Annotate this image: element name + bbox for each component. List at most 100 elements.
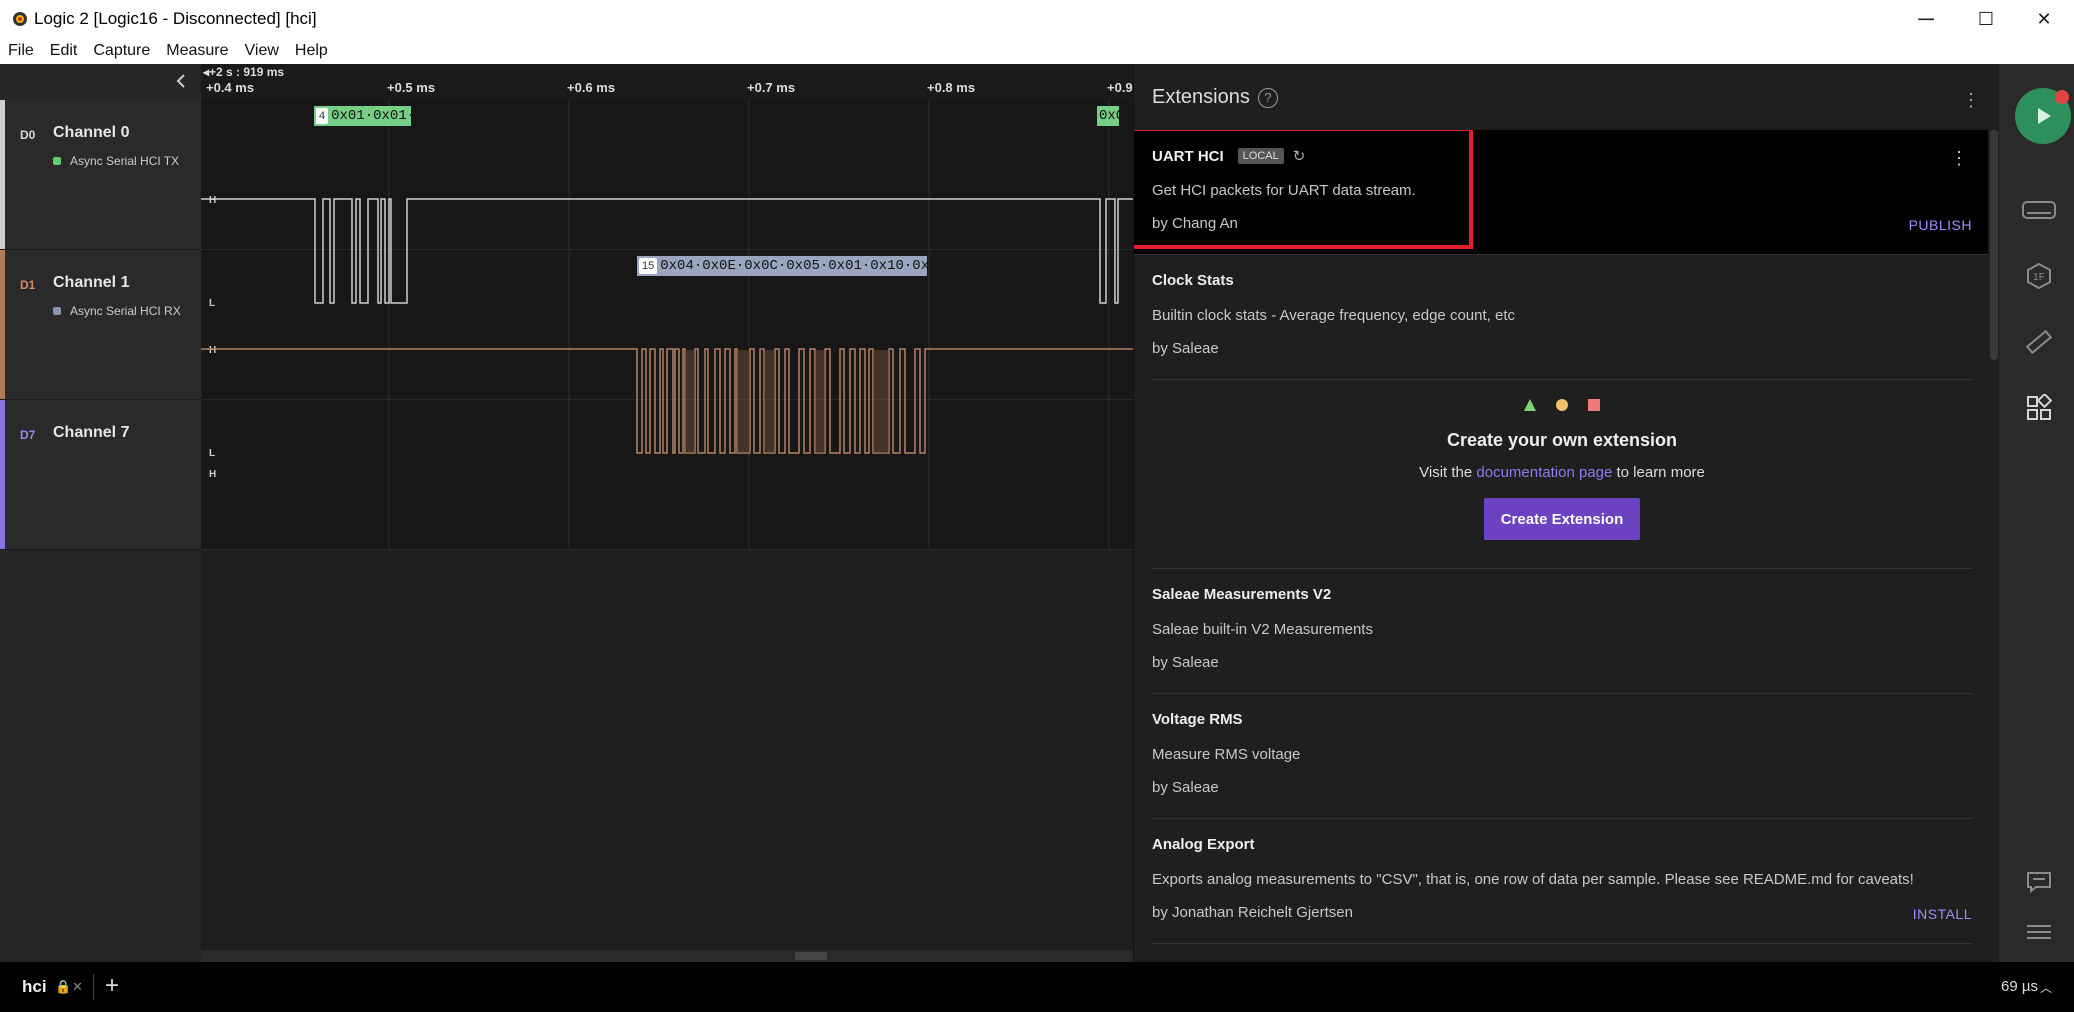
window-title: Logic 2 [Logic16 - Disconnected] [hci]: [34, 9, 317, 28]
menu-lines-icon[interactable]: [2021, 914, 2057, 950]
create-extension-section: Create your own extension Visit the docu…: [1152, 380, 1972, 569]
extension-item-voltage-rms[interactable]: Voltage RMS Measure RMS voltage by Salea…: [1152, 694, 1972, 819]
extension-author: by Saleae: [1152, 654, 1219, 671]
extensions-title: Extensions: [1152, 86, 1250, 108]
square-icon: [1588, 399, 1600, 411]
extension-title: Analog Export: [1152, 836, 1255, 853]
analyzer-color-dot: [53, 307, 61, 315]
maximize-button[interactable]: ☐: [1956, 0, 2016, 38]
menu-edit[interactable]: Edit: [42, 42, 86, 60]
menu-bar: File Edit Capture Measure View Help: [0, 38, 2074, 65]
session-tab[interactable]: hci: [22, 977, 47, 997]
extensions-list[interactable]: UART HCI LOCAL ↻ Get HCI packets for UAR…: [1134, 130, 1988, 962]
channel-analyzer[interactable]: Async Serial HCI TX: [53, 154, 179, 168]
extension-description: Exports analog measurements to "CSV", th…: [1152, 871, 1914, 888]
play-icon: [2038, 108, 2051, 124]
collapse-sidebar-icon[interactable]: [174, 72, 188, 95]
publish-button[interactable]: PUBLISH: [1909, 217, 1972, 233]
level-high-label: H: [209, 469, 216, 480]
add-tab-icon[interactable]: +: [105, 972, 119, 1000]
channel-color-bar: [0, 400, 5, 549]
decode-text: 0x0: [1099, 108, 1119, 124]
channel-color-bar: [0, 250, 5, 399]
device-icon[interactable]: [2021, 192, 2057, 228]
extension-item-clock-stats[interactable]: Clock Stats Builtin clock stats - Averag…: [1152, 255, 1972, 380]
app-logo-icon: [13, 12, 27, 26]
shapes-illustration: [1152, 398, 1972, 412]
rx-decode-bubble[interactable]: 15 0x04·0x0E·0x0C·0x05·0x01·0x10·0x00·0: [637, 256, 927, 276]
help-icon[interactable]: ?: [1257, 87, 1278, 108]
extensions-scrollbar[interactable]: [1990, 130, 1998, 360]
documentation-link[interactable]: documentation page: [1476, 464, 1612, 481]
extension-author: by Saleae: [1152, 779, 1219, 796]
extension-item-uart-hci[interactable]: UART HCI LOCAL ↻ Get HCI packets for UAR…: [1134, 130, 1988, 255]
extension-menu-icon[interactable]: ⋮: [1950, 148, 1968, 169]
channel-tag: D7: [20, 428, 36, 442]
measure-icon[interactable]: [2021, 324, 2057, 360]
extensions-menu-icon[interactable]: ⋮: [1962, 90, 1980, 111]
circle-icon: [1556, 399, 1568, 411]
analyzer-color-dot: [53, 157, 61, 165]
lock-icon[interactable]: 🔒: [55, 979, 71, 995]
start-capture-button[interactable]: [2015, 88, 2071, 144]
extensions-header: Extensions ?: [1152, 86, 1278, 109]
time-tick: +0.4 ms: [206, 80, 255, 95]
waveform-view[interactable]: ◂+2 s : 919 ms +0.4 ms +0.5 ms +0.6 ms +…: [201, 64, 1133, 962]
analyzers-icon[interactable]: 1F: [2021, 258, 2057, 294]
menu-file[interactable]: File: [0, 42, 42, 60]
menu-help[interactable]: Help: [287, 42, 336, 60]
channel-row-1[interactable]: D1 Channel 1 Async Serial HCI RX: [0, 250, 201, 400]
level-low-label: L: [209, 448, 215, 459]
local-badge: LOCAL: [1237, 148, 1284, 164]
create-title: Create your own extension: [1446, 430, 1678, 450]
close-button[interactable]: ✕: [2014, 0, 2074, 38]
waveform-canvas[interactable]: H L H L H L: [201, 100, 1133, 550]
channel-row-7[interactable]: D7 Channel 7: [0, 400, 201, 550]
triangle-icon: [1524, 399, 1536, 411]
menu-measure[interactable]: Measure: [158, 42, 236, 60]
scrollbar-thumb[interactable]: [795, 952, 827, 960]
time-anchor: ◂+2 s : 919 ms: [203, 65, 285, 79]
feedback-icon[interactable]: [2021, 864, 2057, 900]
minimize-button[interactable]: ─: [1896, 0, 1956, 38]
decode-count: 4: [316, 108, 329, 124]
analyzer-name: Async Serial HCI RX: [70, 304, 181, 318]
tx-decode-bubble[interactable]: 4 0x01·0x01·0: [314, 106, 411, 126]
channel-name[interactable]: Channel 7: [53, 424, 129, 442]
divider: [93, 974, 94, 1000]
reload-icon[interactable]: ↻: [1293, 147, 1306, 165]
chevron-up-icon[interactable]: ︿: [2040, 979, 2052, 996]
install-button[interactable]: INSTALL: [1913, 906, 1972, 922]
extensions-icon[interactable]: [2021, 390, 2057, 426]
close-tab-icon[interactable]: ✕: [72, 979, 83, 995]
extension-title: UART HCI: [1152, 147, 1224, 165]
time-tick: +0.9: [1107, 80, 1133, 95]
extension-title: Voltage RMS: [1152, 711, 1243, 728]
time-tick: +0.5 ms: [387, 80, 436, 95]
svg-text:1F: 1F: [2033, 272, 2045, 283]
menu-capture[interactable]: Capture: [85, 42, 158, 60]
tx-decode-bubble[interactable]: 0x0: [1097, 106, 1119, 126]
channel-row-0[interactable]: D0 Channel 0 Async Serial HCI TX: [0, 100, 201, 250]
right-toolbar: 1F: [1999, 64, 2074, 962]
create-extension-button[interactable]: Create Extension: [1484, 498, 1640, 540]
decode-text: 0x04·0x0E·0x0C·0x05·0x01·0x10·0x00·0: [660, 258, 927, 274]
decode-count: 15: [639, 258, 658, 274]
bottom-bar: hci 🔒 ✕ + 69 µs ︿: [0, 962, 2074, 1012]
extension-item-saleae-measurements[interactable]: Saleae Measurements V2 Saleae built-in V…: [1152, 569, 1972, 694]
channel-analyzer[interactable]: Async Serial HCI RX: [53, 304, 181, 318]
channel-name[interactable]: Channel 1: [53, 274, 129, 292]
time-ruler[interactable]: ◂+2 s : 919 ms +0.4 ms +0.5 ms +0.6 ms +…: [201, 64, 1133, 100]
extension-description: Builtin clock stats - Average frequency,…: [1152, 307, 1515, 324]
menu-view[interactable]: View: [237, 42, 287, 60]
extension-title: Saleae Measurements V2: [1152, 586, 1332, 603]
channel-name[interactable]: Channel 0: [53, 124, 129, 142]
level-high-label: H: [209, 195, 216, 206]
time-tick: +0.8 ms: [927, 80, 976, 95]
time-tick: +0.6 ms: [567, 80, 616, 95]
extension-item-analog-export[interactable]: Analog Export Exports analog measurement…: [1152, 819, 1972, 944]
extension-description: Saleae built-in V2 Measurements: [1152, 621, 1373, 638]
zoom-level[interactable]: 69 µs: [2001, 978, 2038, 995]
horizontal-scrollbar[interactable]: [201, 950, 1133, 962]
channel-list: D0 Channel 0 Async Serial HCI TX D1 Chan…: [0, 64, 201, 962]
